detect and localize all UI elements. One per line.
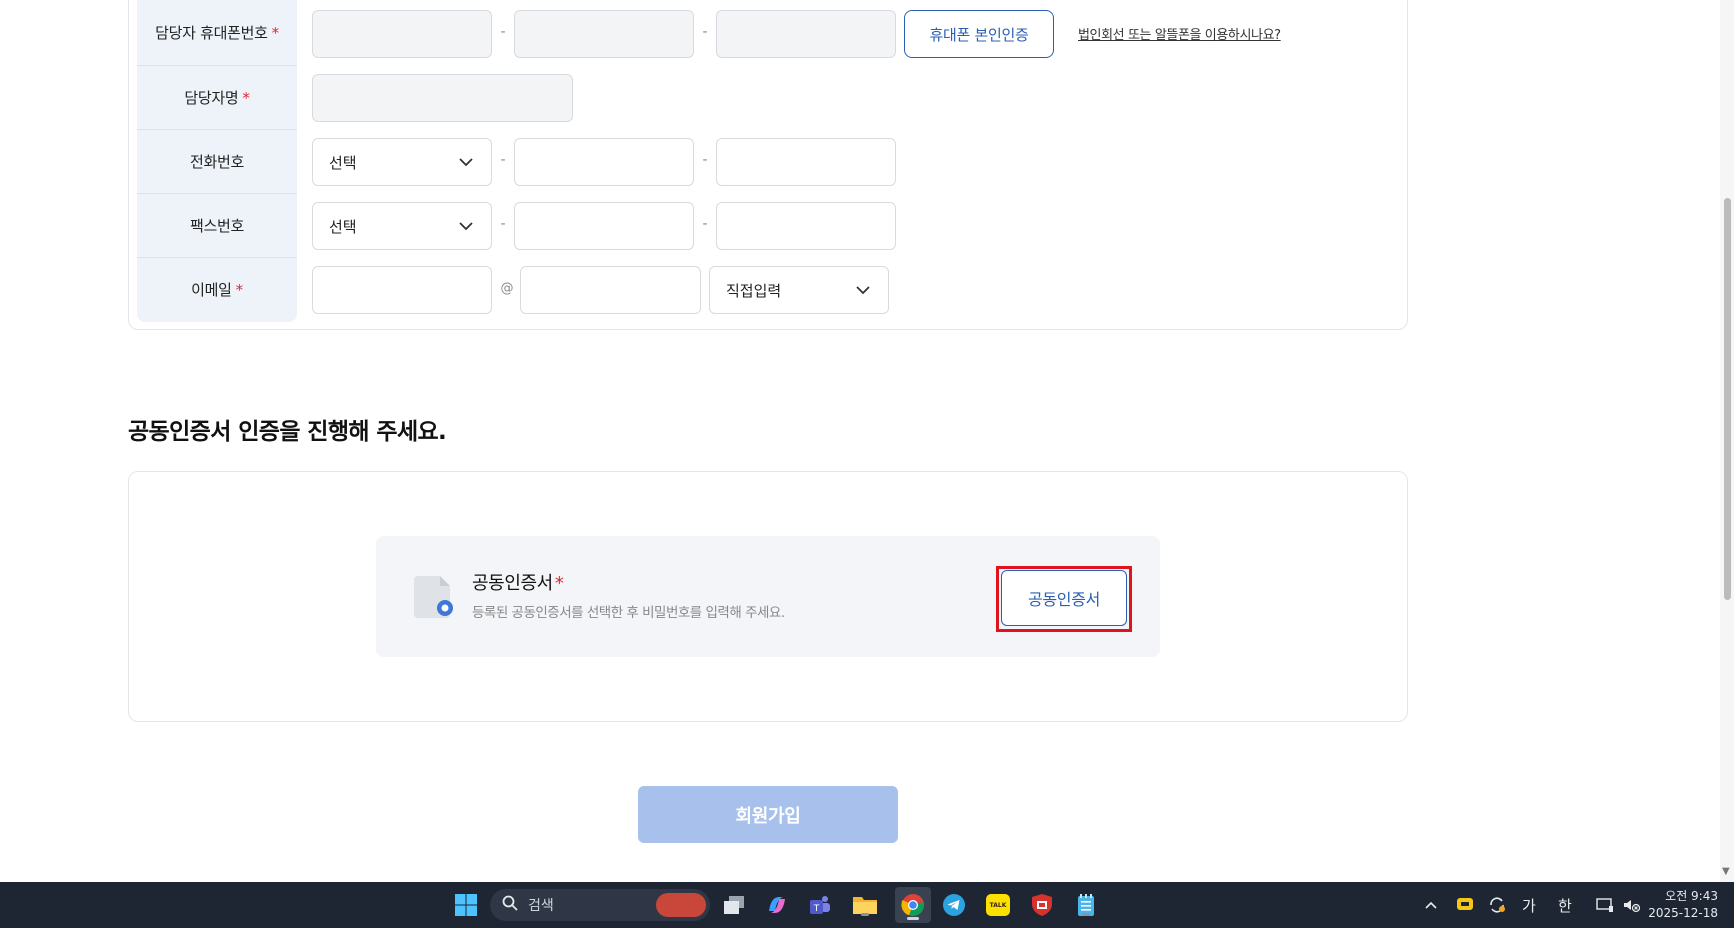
task-view-button[interactable] — [720, 891, 748, 919]
email-label: 이메일 * — [191, 280, 244, 299]
search-placeholder: 검색 — [528, 898, 554, 914]
taskbar-search[interactable]: 검색 — [490, 889, 710, 921]
fax-label: 팩스번호 — [189, 216, 244, 235]
running-indicator — [861, 913, 869, 916]
dash: - — [702, 152, 708, 168]
copilot-button[interactable] — [763, 891, 791, 919]
select-value: 직접입력 — [726, 281, 782, 300]
required-mark: * — [271, 23, 280, 42]
page-content: 담당자 휴대폰번호 * - - 휴대폰 본인인증 법인회선 또는 알뜰폰을 이용하… — [0, 0, 1734, 882]
chrome-icon — [901, 894, 924, 917]
mobile-middle-input[interactable] — [514, 10, 694, 58]
sync-icon — [1490, 897, 1505, 913]
corporate-line-help-link[interactable]: 법인회선 또는 알뜰폰을 이용하시나요? — [1078, 24, 1281, 43]
mobile-last-input[interactable] — [716, 10, 896, 58]
telegram-button[interactable] — [940, 891, 968, 919]
tray-chat-button[interactable] — [1456, 882, 1474, 928]
clock-date: 2025-12-18 — [1648, 906, 1718, 920]
cert-title: 공동인증서 * — [472, 573, 564, 594]
dash: - — [500, 24, 506, 40]
dash: - — [702, 24, 708, 40]
phone-area-select[interactable]: 선택 — [312, 138, 492, 186]
name-label: 담당자명 * — [184, 88, 250, 107]
tray-sync-button[interactable] — [1488, 882, 1506, 928]
tray-overflow-button[interactable] — [1424, 882, 1438, 928]
phone-last-input[interactable] — [716, 138, 896, 186]
chevron-up-icon — [1425, 901, 1437, 909]
copilot-icon — [769, 897, 785, 913]
dash: - — [702, 216, 708, 232]
email-domain-select[interactable]: 직접입력 — [709, 266, 889, 314]
chevron-down-icon — [856, 286, 870, 295]
ime-mode-label: 한 — [1558, 896, 1572, 915]
manager-name-input[interactable] — [312, 74, 573, 122]
chevron-down-icon — [459, 222, 473, 231]
ime-language-label: 가 — [1522, 896, 1536, 915]
ime-mode-toggle[interactable]: 한 — [1558, 882, 1572, 928]
fax-area-select[interactable]: 선택 — [312, 202, 492, 250]
email-id-input[interactable] — [312, 266, 492, 314]
fax-middle-input[interactable] — [514, 202, 694, 250]
certificate-button[interactable]: 공동인증서 — [1001, 570, 1127, 626]
kakaotalk-button[interactable]: TALK — [984, 891, 1012, 919]
fax-last-input[interactable] — [716, 202, 896, 250]
phone-label: 전화번호 — [189, 152, 244, 171]
svg-text:T: T — [813, 904, 820, 914]
task-view-icon — [724, 896, 744, 914]
cert-section-title: 공동인증서 인증을 진행해 주세요. — [128, 419, 447, 445]
phone-verify-button[interactable]: 휴대폰 본인인증 — [904, 10, 1054, 58]
at-sign: @ — [500, 281, 514, 296]
mobile-prefix-input[interactable] — [312, 10, 492, 58]
required-mark: * — [554, 573, 564, 594]
start-button[interactable] — [452, 891, 480, 919]
dash: - — [500, 216, 506, 232]
windows-taskbar: 검색 T TALK 가 한 오전 9:43 2025-12-18 — [0, 882, 1734, 928]
chat-bubble-icon — [1457, 898, 1473, 910]
volume-muted-icon — [1624, 900, 1640, 913]
row-fax: 팩스번호 — [137, 193, 297, 257]
required-mark: * — [235, 280, 244, 299]
file-explorer-button[interactable] — [851, 891, 879, 919]
search-icon — [502, 895, 518, 915]
teams-button[interactable]: T — [806, 891, 834, 919]
clock-time: 오전 9:43 — [1665, 889, 1718, 903]
row-name: 담당자명 * — [137, 65, 297, 129]
tray-volume-button[interactable] — [1622, 882, 1640, 928]
certificate-file-icon — [414, 576, 453, 618]
scroll-down-arrow-icon[interactable]: ▼ — [1722, 866, 1730, 877]
chrome-button[interactable] — [895, 887, 931, 923]
row-mobile: 담당자 휴대폰번호 * — [137, 0, 297, 64]
row-phone: 전화번호 — [137, 129, 297, 193]
email-domain-input[interactable] — [520, 266, 701, 314]
telegram-icon — [943, 894, 965, 916]
shield-icon — [1032, 894, 1052, 916]
row-email: 이메일 * — [137, 257, 297, 321]
windows-logo-icon — [455, 894, 477, 916]
notepad-button[interactable] — [1072, 891, 1100, 919]
active-indicator — [907, 917, 919, 920]
network-display-icon — [1596, 898, 1613, 912]
scrollbar-thumb[interactable] — [1724, 198, 1731, 600]
tray-network-button[interactable] — [1596, 882, 1614, 928]
ime-language-toggle[interactable]: 가 — [1522, 882, 1536, 928]
taskbar-clock[interactable]: 오전 9:43 2025-12-18 — [1648, 888, 1718, 922]
cert-description: 등록된 공동인증서를 선택한 후 비밀번호를 입력해 주세요. — [472, 605, 785, 621]
dash: - — [500, 152, 506, 168]
select-value: 선택 — [329, 153, 357, 172]
running-indicator — [1082, 913, 1090, 916]
teams-icon: T — [810, 896, 830, 914]
chevron-down-icon — [459, 158, 473, 167]
required-mark: * — [242, 88, 250, 107]
signup-button[interactable]: 회원가입 — [638, 786, 898, 843]
kakaotalk-icon: TALK — [986, 894, 1010, 916]
select-value: 선택 — [329, 217, 357, 236]
mobile-label: 담당자 휴대폰번호 * — [155, 23, 280, 42]
search-highlight-image — [656, 893, 706, 917]
shield-app-button[interactable] — [1028, 891, 1056, 919]
phone-middle-input[interactable] — [514, 138, 694, 186]
